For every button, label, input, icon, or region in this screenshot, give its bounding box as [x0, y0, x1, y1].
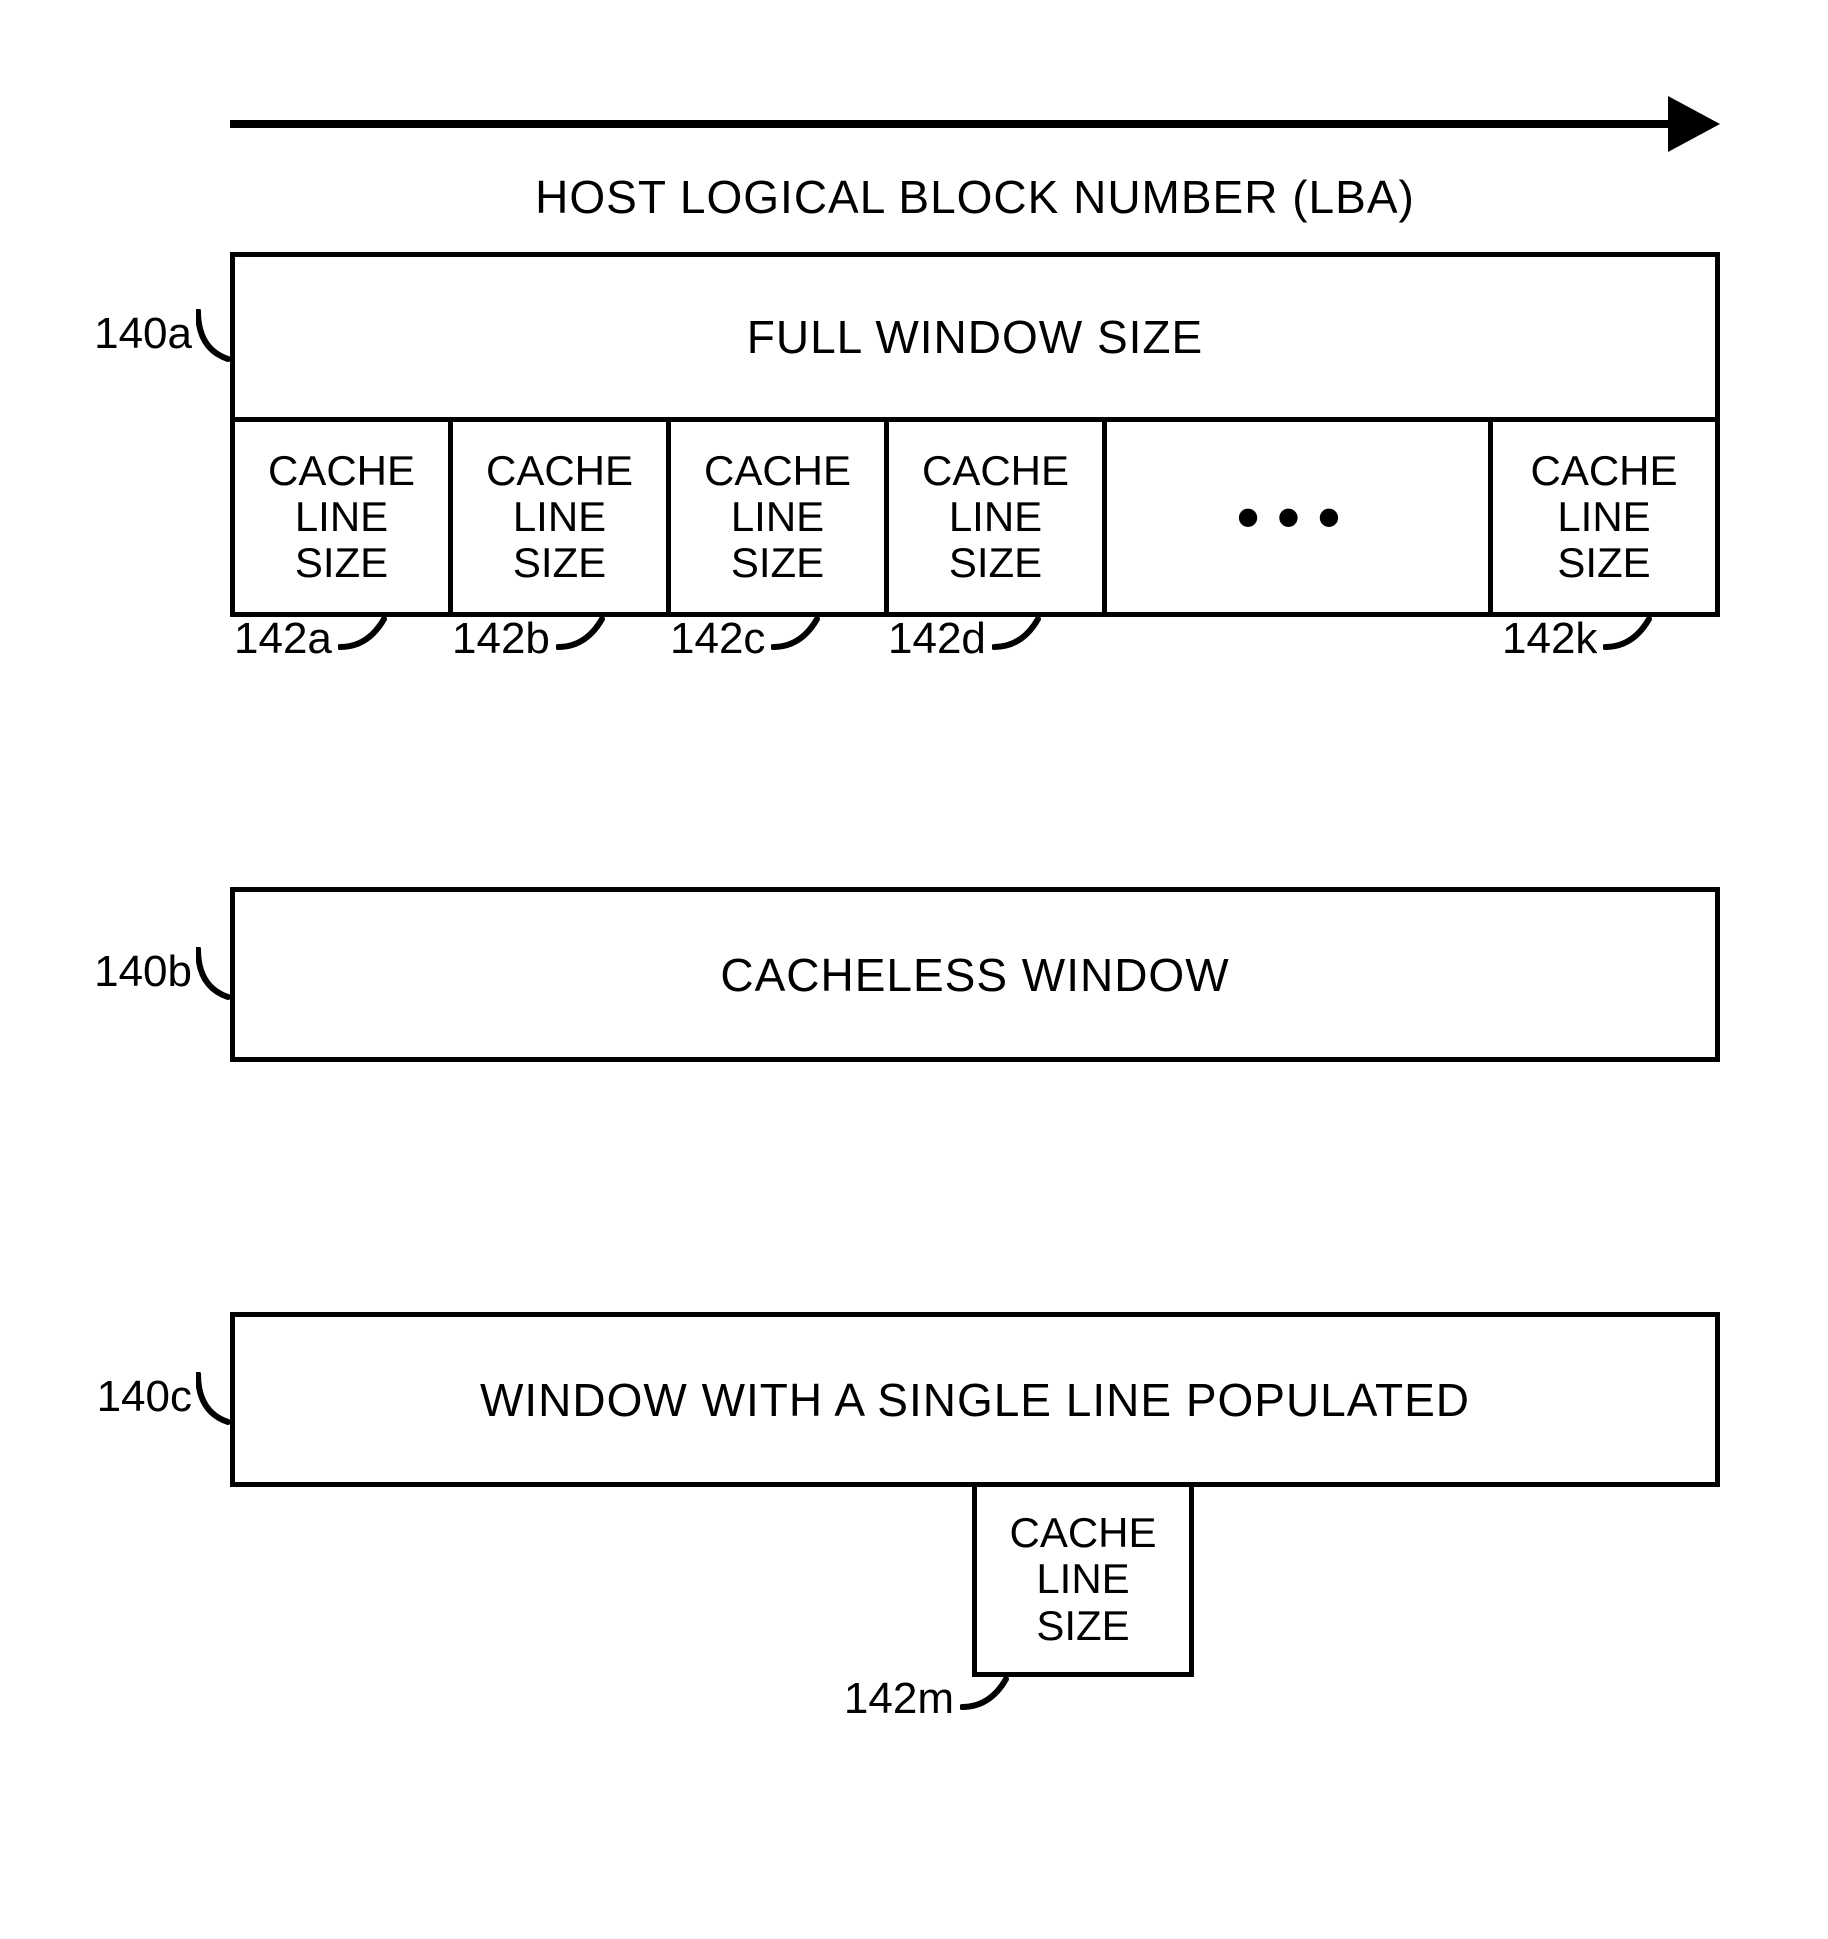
pad — [230, 1487, 972, 1677]
window-c-box: WINDOW WITH A SINGLE LINE POPULATED — [230, 1312, 1720, 1487]
window-a-cache-row: CACHE LINE SIZE CACHE LINE SIZE CACHE LI… — [230, 422, 1720, 617]
cache-cell-m: CACHE LINE SIZE — [972, 1487, 1194, 1677]
arrow-shaft — [230, 120, 1680, 128]
cache-cell-b: CACHE LINE SIZE — [453, 422, 671, 612]
ref-text: 142m — [844, 1677, 960, 1721]
ref-140c: 140c — [97, 1372, 230, 1428]
cache-cell-k: CACHE LINE SIZE — [1493, 422, 1715, 612]
lead-line-icon — [338, 617, 388, 653]
cache-window-diagram: HOST LOGICAL BLOCK NUMBER (LBA) 140a FUL… — [130, 90, 1730, 1737]
cache-cell-c: CACHE LINE SIZE — [671, 422, 889, 612]
cache-label: CACHE LINE SIZE — [704, 448, 851, 587]
arrow-head-icon — [1668, 96, 1720, 152]
window-b-row: 140b CACHELESS WINDOW — [130, 887, 1730, 1062]
lba-arrow — [230, 90, 1720, 160]
ref-text: 140a — [94, 309, 196, 359]
ellipsis-text: ••• — [1237, 480, 1358, 554]
ref-142c: 142c — [666, 617, 884, 677]
ref-140a: 140a — [94, 309, 230, 365]
ref-142k: 142k — [1498, 617, 1720, 677]
ref-text: 142b — [452, 617, 556, 661]
lead-line-icon — [556, 617, 606, 653]
window-c-cache-wrap: CACHE LINE SIZE — [230, 1487, 1720, 1677]
cache-label: CACHE LINE SIZE — [486, 448, 633, 587]
window-a-row: 140a FULL WINDOW SIZE — [130, 252, 1730, 422]
ref-text: 142c — [670, 617, 771, 661]
lead-line-icon — [992, 617, 1042, 653]
cache-cell-d: CACHE LINE SIZE — [889, 422, 1107, 612]
ref-142m: 142m — [830, 1677, 1010, 1737]
cache-label: CACHE LINE SIZE — [268, 448, 415, 587]
lead-line-icon — [1603, 617, 1653, 653]
ref-text: 142k — [1502, 617, 1603, 661]
window-b-title: CACHELESS WINDOW — [720, 948, 1229, 1002]
lead-line-icon — [196, 309, 230, 365]
ref-text: 140b — [94, 947, 196, 997]
cache-label: CACHE LINE SIZE — [1530, 448, 1677, 587]
window-c-row: 140c WINDOW WITH A SINGLE LINE POPULATED — [130, 1312, 1730, 1487]
ref-142a: 142a — [230, 617, 448, 677]
lead-line-icon — [196, 947, 230, 1003]
window-a-refs: 142a 142b 142c 142d 142k — [230, 617, 1720, 677]
ref-text: 142a — [234, 617, 338, 661]
window-c-title: WINDOW WITH A SINGLE LINE POPULATED — [480, 1373, 1470, 1427]
window-a-box: FULL WINDOW SIZE — [230, 252, 1720, 422]
lead-line-icon — [960, 1677, 1010, 1713]
window-c-refs: 142m — [230, 1677, 1720, 1737]
ref-140b: 140b — [94, 947, 230, 1003]
cache-label: CACHE LINE SIZE — [922, 448, 1069, 587]
ref-text: 140c — [97, 1372, 196, 1422]
ref-text: 142d — [888, 617, 992, 661]
window-a-title: FULL WINDOW SIZE — [747, 310, 1203, 364]
cache-cell-a: CACHE LINE SIZE — [235, 422, 453, 612]
axis-label: HOST LOGICAL BLOCK NUMBER (LBA) — [230, 160, 1720, 252]
lead-line-icon — [771, 617, 821, 653]
ref-142d: 142d — [884, 617, 1102, 677]
cache-label: CACHE LINE SIZE — [1009, 1510, 1156, 1649]
window-b-box: CACHELESS WINDOW — [230, 887, 1720, 1062]
lead-line-icon — [196, 1372, 230, 1428]
ref-spacer — [1102, 617, 1498, 677]
ellipsis-icon: ••• — [1107, 422, 1493, 612]
ref-142b: 142b — [448, 617, 666, 677]
